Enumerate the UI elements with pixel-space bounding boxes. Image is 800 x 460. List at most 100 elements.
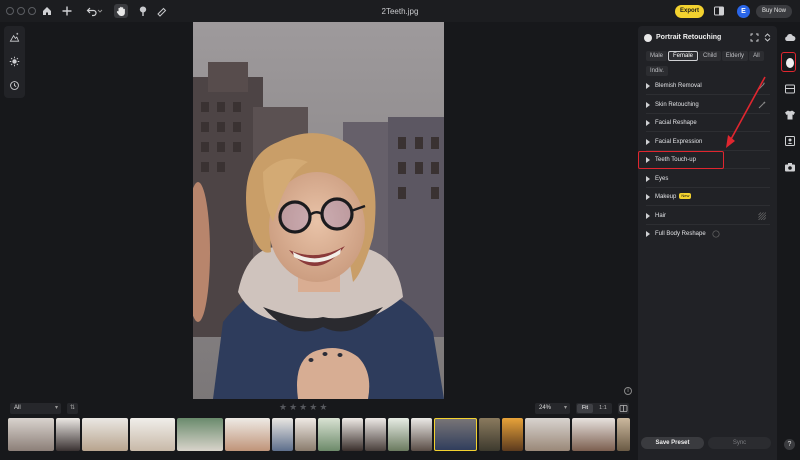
filter-dropdown[interactable]: All ▾ [10, 403, 61, 414]
tab-individual[interactable]: Indiv. [646, 66, 668, 76]
feature-full-body-reshape[interactable]: Full Body Reshape [646, 225, 770, 243]
add-icon[interactable] [60, 4, 74, 18]
tab-all[interactable]: All [749, 51, 764, 61]
photo-canvas[interactable] [193, 22, 444, 399]
zoom-value: 24% [539, 405, 552, 411]
help-button[interactable]: ? [784, 439, 795, 450]
portrait-module-highlight [781, 52, 796, 72]
thumbnail[interactable] [411, 418, 432, 451]
fit-button[interactable]: Fit [577, 404, 593, 413]
feature-eyes[interactable]: Eyes [646, 170, 770, 188]
compare-view-icon[interactable] [618, 403, 629, 414]
filmstrip-toolbar: All ▾ ⇅ ★★★★★ 24% ▾ Fit 1:1 [0, 400, 636, 416]
feature-label: Full Body Reshape [655, 231, 706, 237]
expand-arrow-icon [646, 213, 650, 219]
layout-toggle-icon[interactable] [712, 4, 726, 18]
hand-tool-icon[interactable] [114, 4, 128, 18]
expand-arrow-icon [646, 120, 650, 126]
save-preset-button[interactable]: Save Preset [641, 437, 704, 449]
thumbnail[interactable] [342, 418, 363, 451]
collapse-toggle-icon[interactable] [763, 33, 772, 42]
thumbnail[interactable] [295, 418, 316, 451]
star-icon[interactable]: ★ [299, 402, 309, 412]
eraser-icon[interactable] [155, 4, 169, 18]
tab-male[interactable]: Male [646, 51, 668, 61]
thumbnail[interactable] [130, 418, 175, 451]
thumbnail[interactable] [572, 418, 615, 451]
buy-now-button[interactable]: Buy Now [756, 5, 792, 18]
left-tool-strip [4, 26, 25, 98]
feature-label: Hair [655, 213, 667, 219]
undo-history-chevron-icon[interactable] [97, 4, 103, 18]
feature-label: Blemish Removal [655, 83, 702, 89]
star-icon[interactable]: ★ [279, 402, 289, 412]
cloud-icon[interactable] [783, 31, 796, 44]
expand-arrow-icon [646, 231, 650, 237]
feature-label-text: Makeup [655, 194, 677, 200]
healing-brush-icon[interactable] [136, 4, 150, 18]
expand-arrow-icon [646, 176, 650, 182]
auto-enhance-icon[interactable] [8, 31, 21, 44]
thumbnail-selected[interactable] [434, 418, 477, 451]
star-icon[interactable]: ★ [319, 402, 329, 412]
one-to-one-button[interactable]: 1:1 [595, 404, 611, 413]
expand-icon[interactable] [750, 33, 759, 42]
thumbnail[interactable] [365, 418, 386, 451]
camera-icon[interactable] [783, 160, 796, 173]
thumbnail[interactable] [225, 418, 270, 451]
zoom-dropdown[interactable]: 24% ▾ [535, 403, 570, 414]
chevron-down-icon: ▾ [563, 405, 567, 411]
panel-header: Portrait Retouching [644, 32, 772, 44]
clothing-icon[interactable] [783, 108, 796, 121]
star-icon[interactable]: ★ [309, 402, 319, 412]
expand-arrow-icon [646, 194, 650, 200]
thumbnail[interactable] [388, 418, 409, 451]
filter-value: All [14, 405, 21, 411]
thumbnail[interactable] [617, 418, 630, 451]
thumbnail[interactable] [318, 418, 340, 451]
rating-stars[interactable]: ★★★★★ [279, 402, 329, 413]
feature-label: Facial Reshape [655, 120, 697, 126]
star-icon[interactable]: ★ [289, 402, 299, 412]
filmstrip [8, 418, 630, 452]
feature-hair[interactable]: Hair [646, 207, 770, 225]
body-scan-icon[interactable] [783, 134, 796, 147]
expand-arrow-icon [646, 102, 650, 108]
thumbnail[interactable] [502, 418, 523, 451]
background-icon[interactable] [783, 82, 796, 95]
thumbnail[interactable] [8, 418, 54, 451]
user-avatar[interactable]: E [737, 5, 750, 18]
info-icon[interactable] [712, 230, 720, 238]
feature-label: Facial Expression [655, 139, 703, 145]
portrait-photo [193, 22, 444, 399]
home-icon[interactable] [40, 4, 54, 18]
tab-child[interactable]: Child [699, 51, 721, 61]
feature-label: Eyes [655, 176, 669, 182]
history-icon[interactable] [8, 79, 21, 92]
tab-female[interactable]: Female [668, 51, 699, 61]
sync-label: Sync [732, 440, 747, 446]
window-zoom-button[interactable] [28, 7, 36, 15]
thumbnail[interactable] [82, 418, 128, 451]
adjustments-icon[interactable] [8, 55, 21, 68]
tab-elderly[interactable]: Elderly [721, 51, 749, 61]
thumbnail[interactable] [479, 418, 500, 451]
annotation-arrow-icon [726, 76, 766, 148]
fit-toggle-group: Fit 1:1 [576, 403, 612, 414]
thumbnail[interactable] [56, 418, 80, 451]
window-minimize-button[interactable] [17, 7, 25, 15]
export-button[interactable]: Export [675, 5, 704, 18]
chevron-down-icon: ▾ [54, 405, 58, 411]
top-toolbar: 2Teeth.jpg Export E Buy Now [0, 0, 800, 22]
thumbnail[interactable] [177, 418, 223, 451]
hatch-brush-icon [758, 212, 766, 220]
feature-makeup[interactable]: Makeup New [646, 188, 770, 206]
teeth-touch-up-highlight [638, 151, 724, 169]
info-icon[interactable]: i [624, 387, 632, 395]
window-close-button[interactable] [6, 7, 14, 15]
sort-icon[interactable]: ⇅ [67, 403, 78, 414]
sync-button[interactable]: Sync [708, 437, 771, 449]
thumbnail[interactable] [272, 418, 293, 451]
new-badge: New [679, 193, 692, 200]
thumbnail[interactable] [525, 418, 570, 451]
